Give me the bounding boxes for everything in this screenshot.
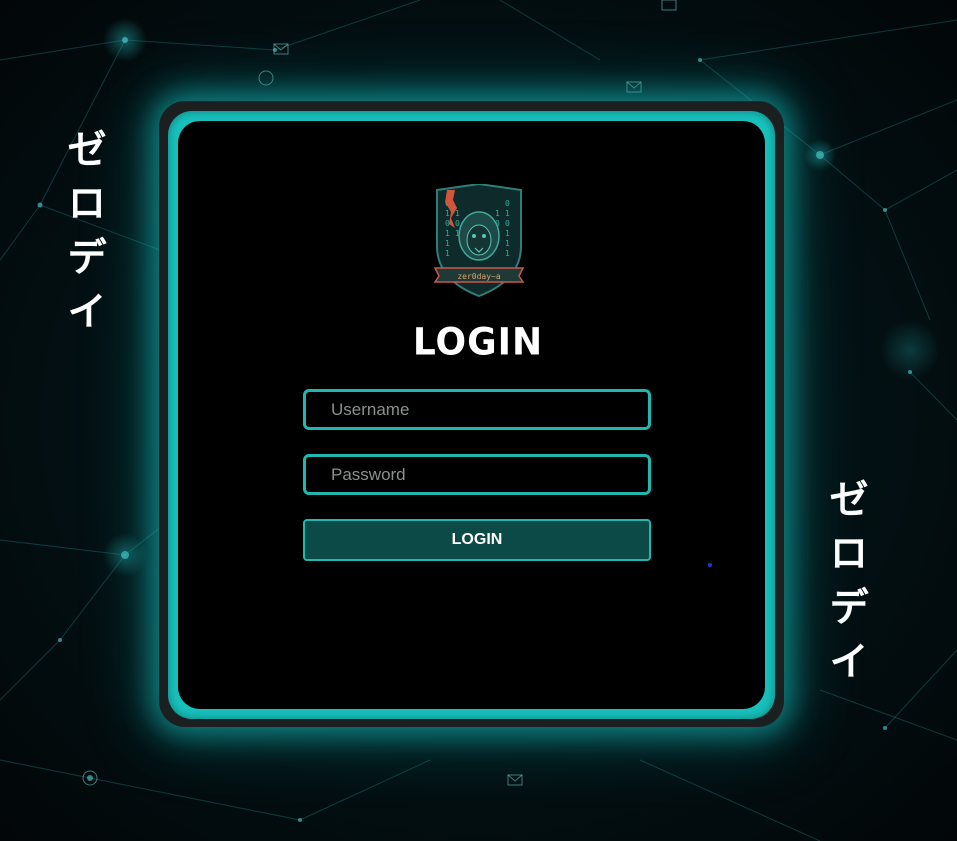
- side-text-right: ゼロデイ: [822, 478, 868, 694]
- logo-banner-text: zer0day~a: [457, 272, 501, 281]
- svg-text:1: 1: [505, 209, 510, 218]
- svg-text:1: 1: [445, 229, 450, 238]
- svg-text:0: 0: [455, 219, 460, 228]
- svg-text:1: 1: [445, 239, 450, 248]
- svg-text:1: 1: [445, 209, 450, 218]
- svg-text:0: 0: [505, 199, 510, 208]
- password-input[interactable]: [303, 454, 651, 495]
- svg-text:1: 1: [455, 209, 460, 218]
- cursor-dot: [708, 563, 712, 567]
- side-text-left: ゼロデイ: [60, 128, 106, 344]
- svg-text:1: 1: [505, 239, 510, 248]
- svg-text:1: 1: [505, 249, 510, 258]
- svg-text:0: 0: [505, 219, 510, 228]
- username-input[interactable]: [303, 389, 651, 430]
- login-button[interactable]: LOGIN: [303, 519, 651, 561]
- svg-text:1: 1: [505, 229, 510, 238]
- lion-shield-logo-icon: 010111 010111 100 101 zer0day~a: [433, 184, 525, 298]
- login-title: LOGIN: [412, 320, 544, 365]
- svg-text:1: 1: [445, 249, 450, 258]
- svg-text:1: 1: [495, 209, 500, 218]
